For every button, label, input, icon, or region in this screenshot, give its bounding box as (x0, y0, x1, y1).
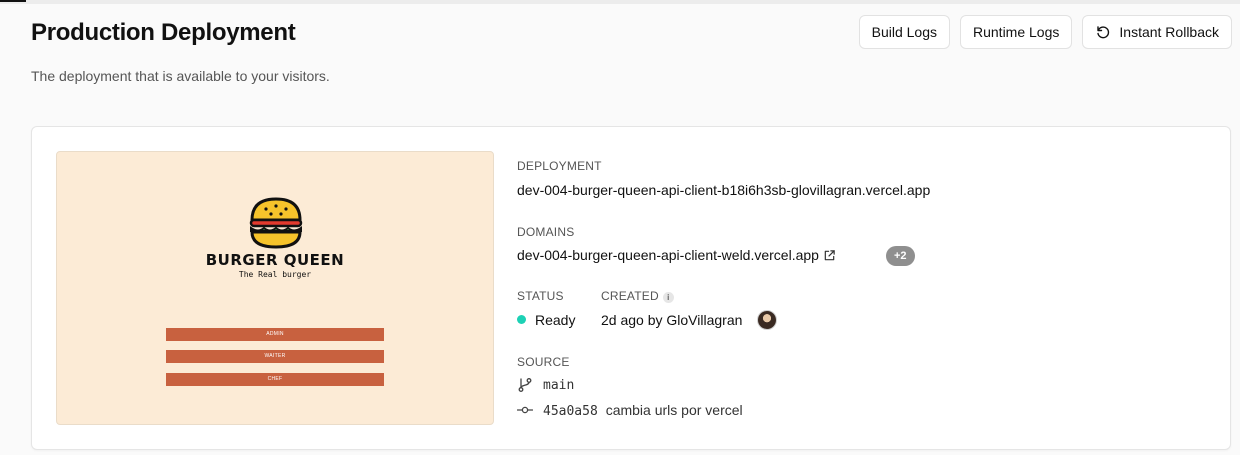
commit-message: cambia urls por vercel (605, 402, 743, 418)
info-icon[interactable]: i (662, 292, 674, 303)
top-progress-line (0, 0, 1240, 4)
instant-rollback-label: Instant Rollback (1119, 24, 1219, 40)
git-branch-icon (518, 378, 532, 392)
domains-label: DOMAINS (517, 225, 575, 239)
created-value: 2d ago by GloVillagran (601, 312, 743, 328)
status-dot (517, 315, 526, 324)
build-logs-label: Build Logs (871, 24, 937, 40)
burger-logo-icon (249, 197, 303, 249)
source-commit[interactable]: 45a0a58 cambia urls por vercel (543, 402, 743, 419)
git-commit-icon (517, 406, 533, 414)
top-progress-mark (0, 0, 26, 2)
instant-rollback-button[interactable]: Instant Rollback (1082, 15, 1232, 49)
source-label: SOURCE (517, 355, 570, 369)
build-logs-button[interactable]: Build Logs (858, 15, 950, 49)
page-title: Production Deployment (31, 19, 296, 46)
status-label: STATUS (517, 289, 564, 303)
external-link-icon[interactable] (823, 249, 836, 262)
runtime-logs-label: Runtime Logs (973, 24, 1060, 40)
page-subtitle: The deployment that is available to your… (31, 68, 330, 84)
domain-url-link[interactable]: dev-004-burger-queen-api-client-weld.ver… (517, 247, 819, 263)
preview-role-waiter: WAITER (166, 350, 384, 363)
created-label-row: CREATED i (601, 289, 674, 303)
deployment-url-link[interactable]: dev-004-burger-queen-api-client-b18i6h3s… (517, 182, 930, 198)
preview-brand: BURGER QUEEN (205, 251, 345, 269)
domains-extra-badge[interactable]: +2 (886, 246, 915, 266)
rollback-icon (1097, 26, 1110, 39)
deployment-card: BURGER QUEEN The Real burger ADMIN WAITE… (31, 126, 1231, 450)
preview-role-chef: CHEF (166, 373, 384, 386)
avatar[interactable] (757, 310, 777, 330)
source-branch[interactable]: main (543, 378, 574, 393)
preview-role-admin: ADMIN (166, 328, 384, 341)
created-label: CREATED (601, 289, 659, 303)
header-actions: Build Logs Runtime Logs Instant Rollback (858, 15, 1232, 49)
deployment-preview[interactable]: BURGER QUEEN The Real burger ADMIN WAITE… (56, 151, 494, 425)
commit-hash: 45a0a58 (543, 404, 598, 419)
domain-row: dev-004-burger-queen-api-client-weld.ver… (517, 247, 836, 263)
runtime-logs-button[interactable]: Runtime Logs (960, 15, 1073, 49)
preview-tagline: The Real burger (238, 270, 312, 279)
deployment-label: DEPLOYMENT (517, 159, 602, 173)
status-value: Ready (535, 312, 576, 328)
